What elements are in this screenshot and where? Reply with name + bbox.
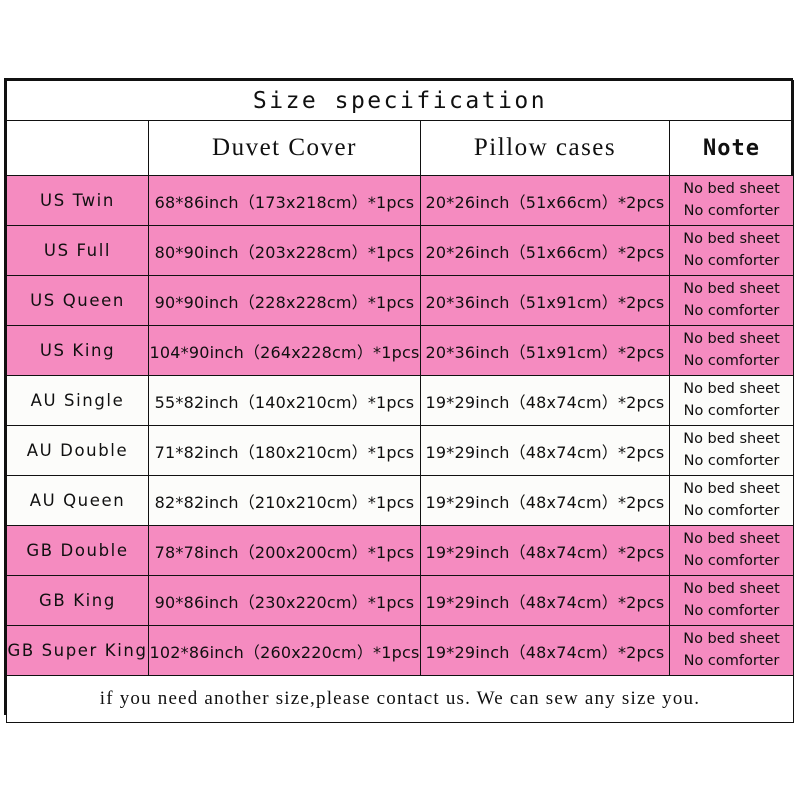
pillow-cases-cell: 19*29inch（48x74cm）*2pcs (420, 475, 670, 526)
pillow-cases-cell: 20*26inch（51x66cm）*2pcs (420, 225, 670, 276)
pillow-cases-cell: 20*36inch（51x91cm）*2pcs (420, 325, 670, 376)
pillow-cases-cell: 20*36inch（51x91cm）*2pcs (420, 275, 670, 326)
table-title: Size specification (6, 80, 794, 121)
size-specification-table: Size specification Duvet Cover Pillow ca… (4, 78, 794, 723)
table-row: US King 104*90inch（264x228cm）*1pcs 20*36in… (6, 325, 794, 376)
size-name-cell: US Queen (6, 275, 149, 326)
note-line-1: No bed sheet (683, 181, 780, 198)
note-line-1: No bed sheet (683, 631, 780, 648)
header-blank-cell (6, 120, 149, 176)
note-line-2: No comforter (683, 402, 780, 419)
note-line-2: No comforter (683, 602, 780, 619)
size-name-cell: GB Super King (6, 625, 149, 676)
note-cell: No bed sheet No comforter (669, 525, 794, 576)
note-line-1: No bed sheet (683, 281, 780, 298)
note-cell: No bed sheet No comforter (669, 375, 794, 426)
note-cell: No bed sheet No comforter (669, 175, 794, 226)
note-line-1: No bed sheet (683, 431, 780, 448)
note-line-2: No comforter (683, 502, 780, 519)
note-line-1: No bed sheet (683, 581, 780, 598)
title-row: Size specification (6, 80, 794, 121)
table-row: GB Double 78*78inch（200x200cm）*1pcs 19*29i… (6, 525, 794, 576)
pillow-cases-cell: 20*26inch（51x66cm）*2pcs (420, 175, 670, 226)
note-line-1: No bed sheet (683, 231, 780, 248)
note-cell: No bed sheet No comforter (669, 575, 794, 626)
duvet-cover-cell: 90*90inch（228x228cm）*1pcs (148, 275, 421, 326)
table-row: GB King 90*86inch（230x220cm）*1pcs 19*29inc… (6, 575, 794, 626)
duvet-cover-cell: 78*78inch（200x200cm）*1pcs (148, 525, 421, 576)
size-name-cell: US Twin (6, 175, 149, 226)
header-note: Note (669, 120, 794, 176)
size-name-cell: GB Double (6, 525, 149, 576)
note-line-2: No comforter (683, 202, 780, 219)
duvet-cover-cell: 80*90inch（203x228cm）*1pcs (148, 225, 421, 276)
size-name-cell: GB King (6, 575, 149, 626)
note-line-1: No bed sheet (683, 481, 780, 498)
table-row: GB Super King 102*86inch（260x220cm）*1pcs 1… (6, 625, 794, 676)
size-name-cell: US Full (6, 225, 149, 276)
header-pillow-cases: Pillow cases (420, 120, 670, 176)
pillow-cases-cell: 19*29inch（48x74cm）*2pcs (420, 625, 670, 676)
table-row: US Queen 90*90inch（228x228cm）*1pcs 20*36in… (6, 275, 794, 326)
column-header-row: Duvet Cover Pillow cases Note (6, 120, 794, 176)
table-row: US Twin 68*86inch（173x218cm）*1pcs 20*26inc… (6, 175, 794, 226)
duvet-cover-cell: 104*90inch（264x228cm）*1pcs (148, 325, 421, 376)
note-cell: No bed sheet No comforter (669, 325, 794, 376)
note-line-2: No comforter (683, 302, 780, 319)
note-cell: No bed sheet No comforter (669, 425, 794, 476)
table-row: US Full 80*90inch（203x228cm）*1pcs 20*26inc… (6, 225, 794, 276)
note-line-1: No bed sheet (683, 331, 780, 348)
duvet-cover-cell: 55*82inch（140x210cm）*1pcs (148, 375, 421, 426)
table-row: AU Double 71*82inch（180x210cm）*1pcs 19*29i… (6, 425, 794, 476)
note-cell: No bed sheet No comforter (669, 275, 794, 326)
duvet-cover-cell: 68*86inch（173x218cm）*1pcs (148, 175, 421, 226)
pillow-cases-cell: 19*29inch（48x74cm）*2pcs (420, 375, 670, 426)
note-line-2: No comforter (683, 552, 780, 569)
duvet-cover-cell: 71*82inch（180x210cm）*1pcs (148, 425, 421, 476)
duvet-cover-cell: 90*86inch（230x220cm）*1pcs (148, 575, 421, 626)
table-row: AU Single 55*82inch（140x210cm）*1pcs 19*29i… (6, 375, 794, 426)
note-line-2: No comforter (683, 652, 780, 669)
note-line-1: No bed sheet (683, 381, 780, 398)
table-row: AU Queen 82*82inch（210x210cm）*1pcs 19*29in… (6, 475, 794, 526)
note-line-2: No comforter (683, 252, 780, 269)
pillow-cases-cell: 19*29inch（48x74cm）*2pcs (420, 525, 670, 576)
size-name-cell: AU Queen (6, 475, 149, 526)
header-duvet-cover: Duvet Cover (148, 120, 421, 176)
pillow-cases-cell: 19*29inch（48x74cm）*2pcs (420, 425, 670, 476)
duvet-cover-cell: 82*82inch（210x210cm）*1pcs (148, 475, 421, 526)
note-cell: No bed sheet No comforter (669, 225, 794, 276)
size-name-cell: AU Double (6, 425, 149, 476)
spec-table: Size specification Duvet Cover Pillow ca… (6, 80, 794, 723)
note-line-2: No comforter (683, 352, 780, 369)
note-line-1: No bed sheet (683, 531, 780, 548)
size-name-cell: AU Single (6, 375, 149, 426)
note-line-2: No comforter (683, 452, 780, 469)
footer-message: if you need another size,please contact … (6, 675, 794, 723)
footer-row: if you need another size,please contact … (6, 675, 794, 723)
duvet-cover-cell: 102*86inch（260x220cm）*1pcs (148, 625, 421, 676)
note-cell: No bed sheet No comforter (669, 625, 794, 676)
pillow-cases-cell: 19*29inch（48x74cm）*2pcs (420, 575, 670, 626)
size-name-cell: US King (6, 325, 149, 376)
note-cell: No bed sheet No comforter (669, 475, 794, 526)
